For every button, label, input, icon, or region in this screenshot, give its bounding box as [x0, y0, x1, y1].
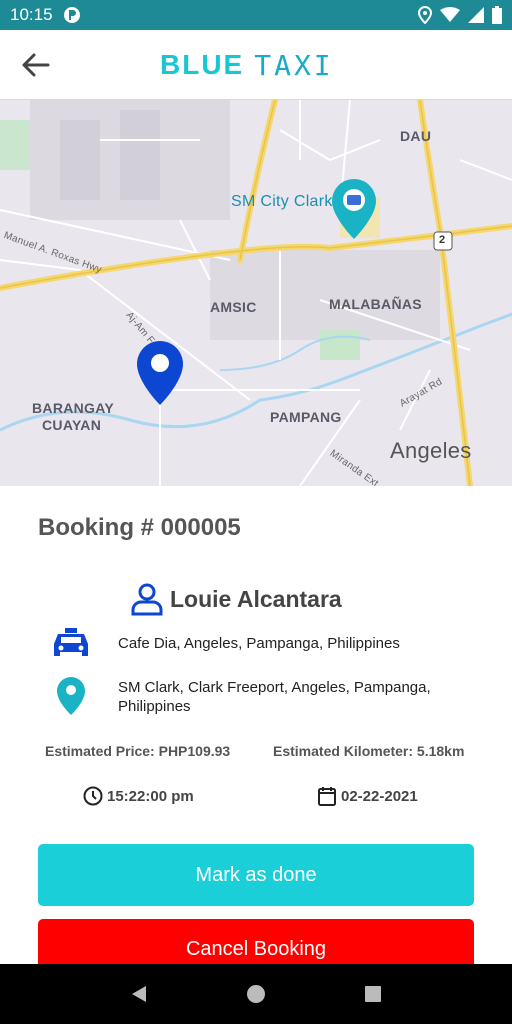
calendar-icon	[318, 787, 336, 806]
logo-bold-text: BLUE	[160, 49, 245, 80]
origin-pin-icon[interactable]	[136, 340, 184, 406]
location-pin-icon	[57, 677, 85, 715]
signal-icon	[468, 7, 484, 23]
wifi-icon	[440, 7, 460, 22]
map-label-barangay: BARANGAY	[32, 400, 115, 416]
estimated-price: Estimated Price: PHP109.93	[45, 743, 231, 759]
dropoff-address: SM Clark, Clark Freeport, Angeles, Pampa…	[118, 679, 431, 715]
map-label-angeles: Angeles	[390, 438, 472, 463]
map-label-dau: DAU	[400, 128, 432, 144]
system-nav-bar	[0, 964, 512, 1024]
location-icon	[418, 6, 432, 24]
status-time: 10:15	[10, 5, 53, 24]
booking-number: Booking # 000005	[38, 514, 241, 541]
estimated-kilometer: Estimated Kilometer: 5.18km	[273, 743, 465, 759]
passenger: Louie Alcantara	[130, 582, 342, 616]
booking-time: 15:22:00 pm	[83, 786, 194, 806]
destination-pin-icon[interactable]	[331, 178, 377, 240]
logo-light-text: TAXI	[254, 48, 334, 82]
pickup-address: Cafe Dia, Angeles, Pampanga, Philippines	[118, 635, 400, 652]
map-label-road-2: 2	[439, 234, 446, 246]
mark-as-done-button[interactable]: Mark as done	[38, 844, 474, 906]
nav-recents-icon[interactable]	[363, 984, 383, 1004]
arrow-left-icon[interactable]	[20, 52, 50, 78]
app-header: BLUE TAXI	[0, 30, 512, 100]
app-notification-icon	[63, 7, 80, 23]
passenger-name: Louie Alcantara	[170, 585, 342, 612]
route-map[interactable]: DAU SM City Clark 2 Manuel A. Roxas Hwy …	[0, 100, 512, 486]
clock-icon	[83, 786, 103, 806]
booking-details-card: Booking # 000005 Louie Alcantara Cafe Di…	[0, 486, 512, 979]
map-label-cuayan: CUAYAN	[42, 417, 102, 433]
status-bar: 10:15	[0, 0, 512, 30]
battery-icon	[492, 6, 502, 24]
nav-home-icon[interactable]	[246, 984, 266, 1004]
map-label-sm-city-clark: SM City Clark	[231, 193, 333, 210]
booking-time-value: 15:22:00 pm	[107, 787, 194, 805]
user-icon	[131, 583, 163, 616]
nav-back-icon[interactable]	[129, 984, 149, 1004]
map-label-amsic: AMSIC	[210, 299, 257, 315]
taxi-icon	[54, 628, 88, 656]
booking-date-value: 02-22-2021	[341, 787, 418, 805]
app-logo: BLUE TAXI	[160, 48, 334, 82]
map-label-malabanas: MALABAÑAS	[329, 296, 422, 312]
booking-date: 02-22-2021	[317, 786, 418, 806]
map-label-pampang: PAMPANG	[270, 409, 342, 425]
